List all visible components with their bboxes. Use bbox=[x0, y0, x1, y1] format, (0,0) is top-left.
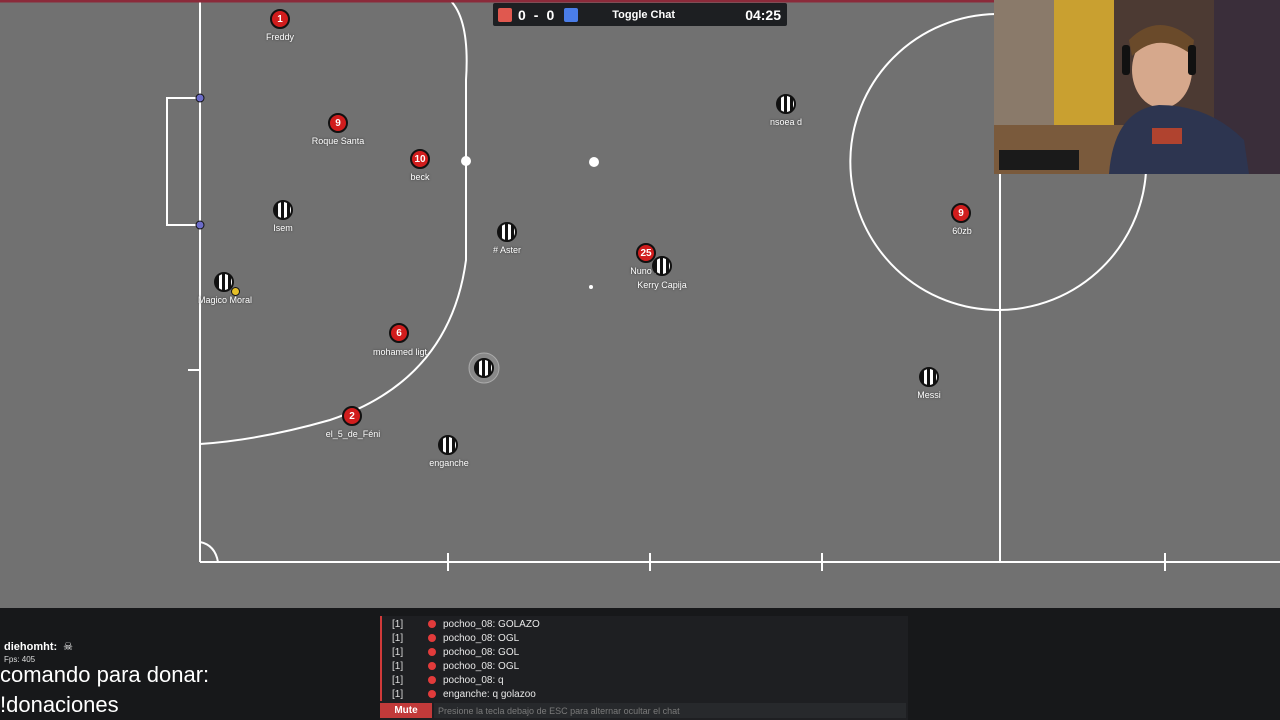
red-player: 9 bbox=[951, 203, 971, 223]
chat-message: [1] pochoo_08: OGL bbox=[392, 632, 520, 644]
red-score: 0 bbox=[518, 6, 526, 23]
blue-team-indicator bbox=[564, 7, 579, 22]
player-name: 60zb bbox=[952, 226, 972, 236]
chat-log: [1] pochoo_08: GOLAZO [1] pochoo_08: OGL [… bbox=[380, 616, 908, 701]
chat-input[interactable] bbox=[434, 703, 906, 718]
red-player: 2 bbox=[342, 406, 362, 426]
chat-message: [1] pochoo_08: GOLAZO bbox=[392, 618, 540, 630]
goal-post bbox=[195, 93, 205, 103]
skull-icon: ☠ bbox=[63, 641, 74, 653]
scoreboard: 0 - 0 Toggle Chat 04:25 bbox=[493, 3, 787, 26]
player-name: Messi bbox=[917, 390, 941, 400]
player-name: el_5_de_Féni bbox=[325, 429, 381, 439]
blue-player bbox=[776, 94, 796, 114]
chat-message: [1] pochoo_08: q bbox=[392, 674, 504, 686]
blue-score: 0 bbox=[546, 6, 555, 23]
webcam-feed bbox=[994, 0, 1280, 174]
chat-message: [1] pochoo_08: OGL bbox=[392, 660, 520, 672]
toggle-chat-button[interactable]: Toggle Chat bbox=[612, 9, 675, 21]
player-name: enganche bbox=[429, 458, 469, 468]
player-name: mohamed ligt bbox=[372, 347, 428, 357]
goal-post bbox=[195, 220, 205, 230]
player-name: Freddy bbox=[265, 32, 295, 42]
player-name: Magico Moral bbox=[197, 295, 253, 305]
player-name: nsoea d bbox=[769, 117, 803, 127]
streamer-name: diehomht: bbox=[4, 640, 58, 653]
donate-line-1: comando para donar: bbox=[0, 662, 210, 687]
blue-player bbox=[919, 367, 939, 387]
red-team-indicator bbox=[498, 7, 512, 22]
player-name: # Aster bbox=[492, 245, 522, 255]
player-name: Roque Santa bbox=[311, 136, 365, 146]
mute-button[interactable]: Mute bbox=[380, 703, 432, 718]
blue-player bbox=[497, 222, 517, 242]
red-player: 10 bbox=[410, 149, 430, 169]
blue-player bbox=[273, 200, 293, 220]
match-timer: 04:25 bbox=[745, 6, 781, 23]
player-name: beck bbox=[410, 172, 430, 182]
red-player: 6 bbox=[389, 323, 409, 343]
blue-player bbox=[474, 358, 494, 378]
ball-possession-marker bbox=[231, 287, 240, 296]
score-separator: - bbox=[533, 6, 539, 23]
blue-player bbox=[652, 256, 672, 276]
chat-message: [1] enganche: q golazoo bbox=[392, 688, 536, 700]
red-player: 9 bbox=[328, 113, 348, 133]
chat-message: [1] pochoo_08: GOL bbox=[392, 646, 520, 658]
player-name: Kerry Capija bbox=[637, 280, 687, 290]
donate-line-2: !donaciones bbox=[0, 692, 119, 717]
red-player: 1 bbox=[270, 9, 290, 29]
player-name: Isem bbox=[273, 223, 293, 233]
streamer-overlay: diehomht: ☠ Fps: 405 bbox=[4, 640, 74, 665]
blue-player bbox=[438, 435, 458, 455]
